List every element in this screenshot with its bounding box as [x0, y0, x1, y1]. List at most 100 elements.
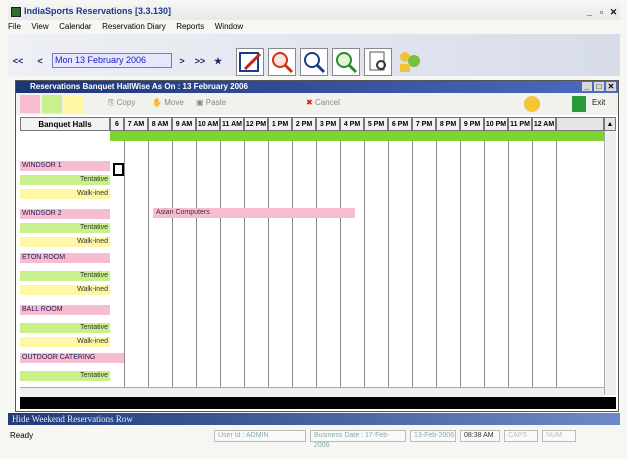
- time-header: 7 PM: [412, 117, 436, 131]
- menu-calendar[interactable]: Calendar: [59, 22, 91, 31]
- zoom-icon[interactable]: [300, 48, 328, 76]
- inner-minimize-button[interactable]: _: [582, 82, 592, 91]
- weekend-toggle-label[interactable]: Hide Weekend Reservations Row: [12, 414, 133, 424]
- menu-reports[interactable]: Reports: [176, 22, 204, 31]
- walkin-row[interactable]: Walk-ined: [20, 337, 110, 347]
- grid-footer: [20, 397, 616, 409]
- grid-line: [124, 141, 125, 395]
- grid-line: [508, 141, 509, 395]
- restore-button[interactable]: ▫: [596, 7, 607, 17]
- move-icon: ✋: [152, 98, 162, 107]
- grid-line: [268, 141, 269, 395]
- reservations-window-title: Reservations Banquet HallWise As On : 13…: [16, 81, 618, 93]
- zoom-red-icon[interactable]: [268, 48, 296, 76]
- exit-button[interactable]: Exit: [592, 98, 605, 107]
- status-time: 08:38 AM: [460, 430, 500, 442]
- document-search-icon[interactable]: [364, 48, 392, 76]
- grid-line: [484, 141, 485, 395]
- next-day-button[interactable]: >: [176, 55, 188, 67]
- grid-line: [316, 141, 317, 395]
- tentative-row[interactable]: Tentative: [20, 271, 110, 281]
- menu-view[interactable]: View: [31, 22, 48, 31]
- header-spacer: [556, 117, 604, 131]
- time-header: 6 AM: [110, 117, 124, 141]
- menu-file[interactable]: File: [8, 22, 21, 31]
- tentative-color-swatch: [42, 95, 62, 113]
- status-bar: Ready User Id : ADMIN Business Date : 17…: [8, 427, 620, 449]
- banquet-halls-header: Banquet Halls: [20, 117, 110, 131]
- menu-reservation-diary[interactable]: Reservation Diary: [102, 22, 166, 31]
- edit-icon[interactable]: [236, 48, 264, 76]
- hall-row[interactable]: OUTDOOR CATERING: [20, 353, 124, 363]
- walkin-row[interactable]: Walk-ined: [20, 285, 110, 295]
- inner-restore-button[interactable]: □: [594, 82, 604, 91]
- navigation-toolbar: << < Mon 13 February 2006 > >> ★: [8, 34, 620, 76]
- date-field[interactable]: Mon 13 February 2006: [52, 53, 172, 68]
- prev-day-button[interactable]: <: [34, 55, 46, 67]
- walkin-row[interactable]: Walk-ined: [20, 189, 110, 199]
- scroll-up-icon[interactable]: ▲: [604, 117, 616, 131]
- status-business-date: Business Date : 17-Feb-2006: [310, 430, 406, 449]
- app-title: IndiaSports Reservations [3.3.130]: [24, 6, 172, 16]
- copy-button[interactable]: ⎘ Copy: [108, 98, 135, 108]
- copy-icon: ⎘: [108, 98, 115, 107]
- menu-window[interactable]: Window: [215, 22, 243, 31]
- reservations-window-title-text: Reservations Banquet HallWise As On : 13…: [30, 82, 248, 91]
- grid-line: [388, 141, 389, 395]
- cancel-button[interactable]: ✖ Cancel: [306, 98, 340, 107]
- time-header: 4 PM: [340, 117, 364, 131]
- grid-line: [220, 141, 221, 395]
- time-header: 5 PM: [364, 117, 388, 131]
- grid-header: Banquet Halls 6 AM 7 AM 8 AM 9 AM 10 AM …: [16, 117, 618, 141]
- time-slot-row: [110, 131, 614, 141]
- time-header: 10 PM: [484, 117, 508, 131]
- selection-cursor[interactable]: [113, 163, 124, 176]
- booking-block[interactable]: Asian Computers: [153, 208, 355, 218]
- inner-close-button[interactable]: ✕: [606, 82, 616, 91]
- cancel-label: Cancel: [314, 98, 340, 107]
- close-button[interactable]: ✕: [608, 7, 619, 17]
- hall-color-swatch: [20, 95, 40, 113]
- time-header: 7 AM: [124, 117, 148, 131]
- status-user: User Id : ADMIN: [214, 430, 306, 442]
- tentative-row[interactable]: Tentative: [20, 371, 110, 381]
- vertical-scrollbar[interactable]: [604, 131, 616, 395]
- horizontal-scrollbar[interactable]: [20, 387, 604, 397]
- tentative-row[interactable]: Tentative: [20, 223, 110, 233]
- people-icon[interactable]: [396, 48, 424, 76]
- hall-row[interactable]: ETON ROOM: [20, 253, 110, 263]
- time-header: 12 PM: [244, 117, 268, 131]
- app-window: IndiaSports Reservations [3.3.130] _ ▫ ✕…: [0, 0, 627, 459]
- move-button[interactable]: ✋ Move: [152, 98, 184, 107]
- menu-bar: File View Calendar Reservation Diary Rep…: [8, 21, 620, 33]
- paste-icon: ▣: [196, 98, 204, 107]
- time-header: 11 AM: [220, 117, 244, 131]
- reservations-window: Reservations Banquet HallWise As On : 13…: [15, 80, 619, 412]
- hall-row[interactable]: BALL ROOM: [20, 305, 110, 315]
- zoom-green-icon[interactable]: [332, 48, 360, 76]
- reservations-toolbar: ⎘ Copy ✋ Move ▣ Paste ✖ Cancel Exit: [16, 93, 618, 115]
- cancel-icon: ✖: [306, 98, 313, 107]
- exit-icon[interactable]: [572, 96, 586, 112]
- tentative-row[interactable]: Tentative: [20, 175, 110, 185]
- tentative-row[interactable]: Tentative: [20, 323, 110, 333]
- minimize-button[interactable]: _: [584, 7, 595, 17]
- time-header: 2 PM: [292, 117, 316, 131]
- time-header: 1 PM: [268, 117, 292, 131]
- walkin-row[interactable]: Walk-ined: [20, 237, 110, 247]
- hall-row[interactable]: WINDSOR 2: [20, 209, 110, 219]
- grid-line: [148, 141, 149, 395]
- prev-month-button[interactable]: <<: [12, 55, 24, 67]
- user-icon[interactable]: [524, 96, 540, 112]
- grid-line: [532, 141, 533, 395]
- hall-row[interactable]: WINDSOR 1: [20, 161, 110, 171]
- next-month-button[interactable]: >>: [194, 55, 206, 67]
- grid-line: [412, 141, 413, 395]
- paste-button[interactable]: ▣ Paste: [196, 98, 226, 107]
- weekend-toggle-bar[interactable]: Hide Weekend Reservations Row: [8, 413, 620, 425]
- grid-line: [292, 141, 293, 395]
- time-header: 9 PM: [460, 117, 484, 131]
- time-header: 10 AM: [196, 117, 220, 131]
- copy-label: Copy: [116, 98, 136, 107]
- pin-button[interactable]: ★: [212, 55, 224, 67]
